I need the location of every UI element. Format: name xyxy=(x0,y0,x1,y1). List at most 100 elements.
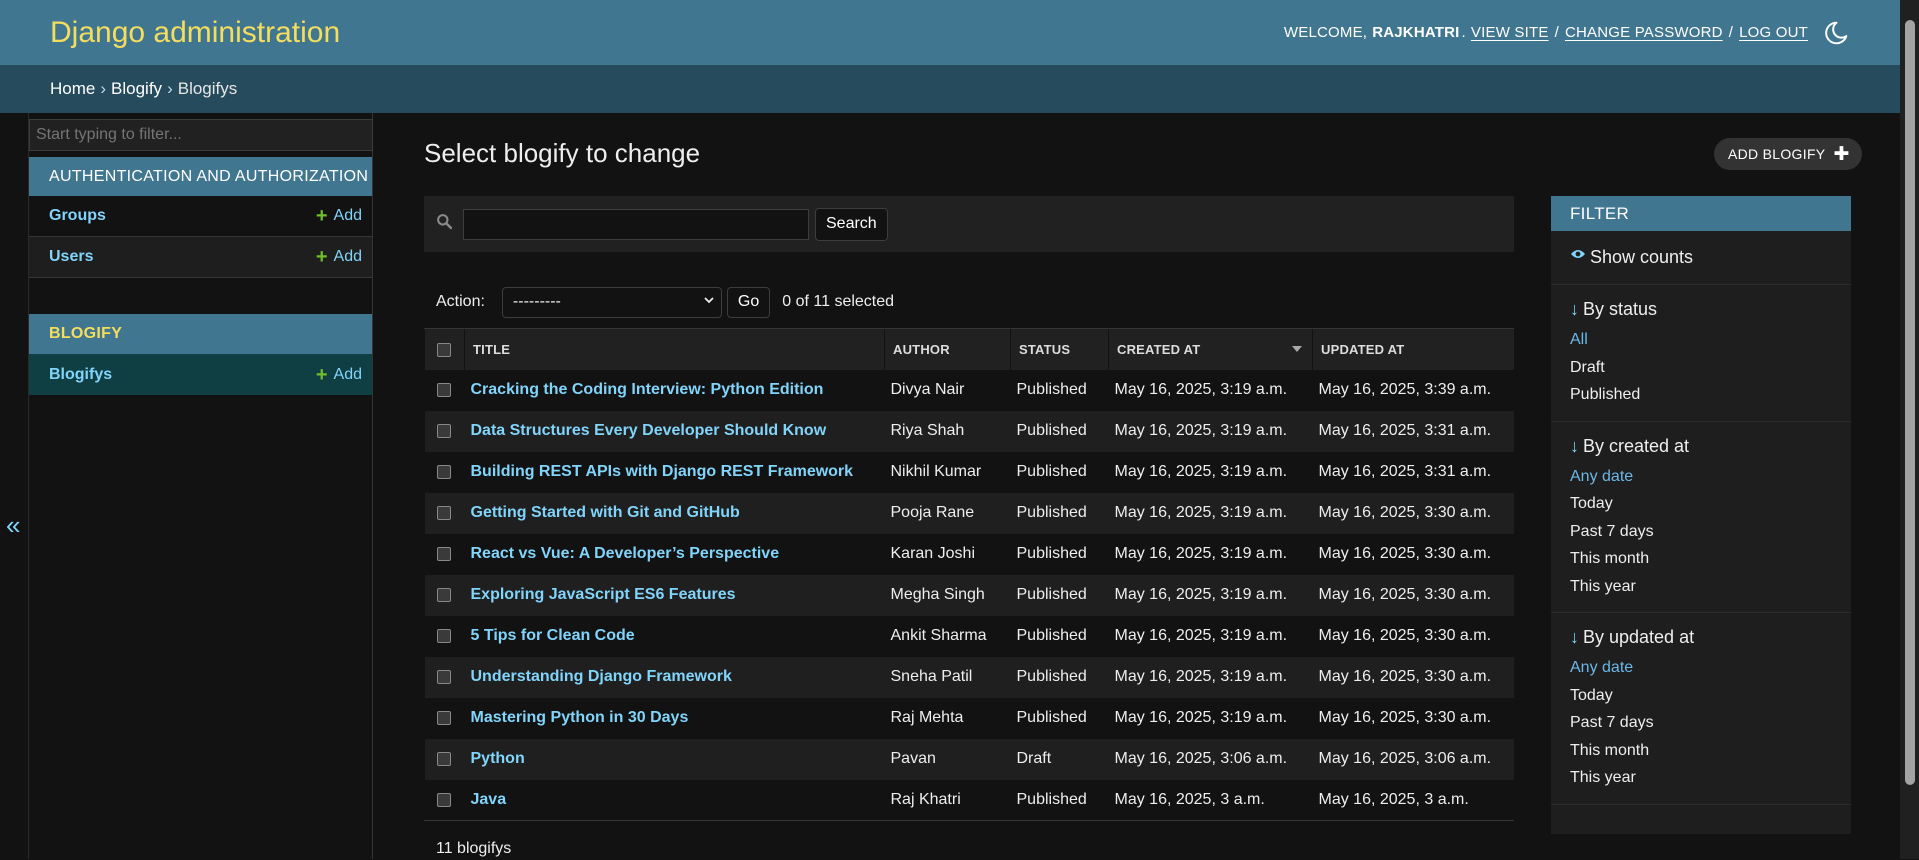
breadcrumb-blogify[interactable]: Blogify xyxy=(111,79,162,99)
row-select-cell xyxy=(425,780,465,821)
filter-option[interactable]: All xyxy=(1570,326,1832,354)
breadcrumb-home[interactable]: Home xyxy=(50,79,95,99)
sidebar-link-users[interactable]: Users xyxy=(49,248,93,266)
filter-option[interactable]: Today xyxy=(1570,490,1832,518)
column-header-author[interactable]: Author xyxy=(884,328,1011,370)
search-button[interactable]: Search xyxy=(815,207,888,241)
filter-option[interactable]: This month xyxy=(1570,737,1832,765)
status-cell: Published xyxy=(1016,791,1087,808)
column-header-title[interactable]: Title xyxy=(464,328,885,370)
created-at-cell: May 16, 2025, 3:19 a.m. xyxy=(1114,381,1288,398)
show-counts-label: Show counts xyxy=(1590,247,1694,267)
header: Django administration Welcome, rajkhatri… xyxy=(0,0,1900,65)
updated-at-cell: May 16, 2025, 3 a.m. xyxy=(1318,791,1469,808)
title-link[interactable]: Understanding Django Framework xyxy=(471,668,732,685)
title-link[interactable]: Python xyxy=(471,750,525,767)
log-out-link[interactable]: Log out xyxy=(1739,24,1808,41)
title-link[interactable]: Cracking the Coding Interview: Python Ed… xyxy=(471,381,824,398)
filter-option[interactable]: Any date xyxy=(1570,463,1832,491)
add-label: Add xyxy=(333,248,362,265)
filter-group-title[interactable]: ↓ By updated at xyxy=(1570,613,1832,654)
filter-option[interactable]: This year xyxy=(1570,573,1832,601)
changelist-filter: Filter Show counts ↓ By status All Draft Pub… xyxy=(1551,196,1851,834)
title-link[interactable]: Java xyxy=(471,791,507,808)
action-select[interactable]: --------- xyxy=(501,286,722,318)
row-select-cell xyxy=(424,492,465,534)
filter-group-title[interactable]: ↓ By created at xyxy=(1570,422,1832,463)
plus-icon: + xyxy=(315,363,328,386)
row-checkbox[interactable] xyxy=(436,628,451,643)
title-cell: Data Structures Every Developer Should K… xyxy=(464,410,885,452)
nav-filter-input[interactable] xyxy=(29,119,373,151)
row-checkbox[interactable] xyxy=(436,669,451,684)
row-checkbox[interactable] xyxy=(436,464,451,479)
filter-option[interactable]: Draft xyxy=(1570,354,1832,382)
go-button[interactable]: Go xyxy=(726,286,771,318)
scrollbar-thumb[interactable] xyxy=(1905,20,1915,785)
arrow-down-icon: ↓ xyxy=(1570,435,1579,456)
show-counts-link[interactable]: Show counts xyxy=(1551,231,1851,285)
title-link[interactable]: Exploring JavaScript ES6 Features xyxy=(471,586,736,603)
row-checkbox[interactable] xyxy=(436,751,451,766)
search-input[interactable] xyxy=(463,208,809,240)
row-checkbox[interactable] xyxy=(436,587,451,602)
updated-at-cell: May 16, 2025, 3:30 a.m. xyxy=(1312,656,1514,698)
created-at-cell: May 16, 2025, 3:19 a.m. xyxy=(1108,574,1313,616)
column-header-created-at[interactable]: Created at xyxy=(1108,328,1313,370)
filter-group-label: By status xyxy=(1583,299,1658,319)
scrollbar[interactable] xyxy=(1900,0,1919,859)
app-header-blogify[interactable]: Blogify xyxy=(29,314,372,354)
column-header-status[interactable]: Status xyxy=(1010,328,1109,370)
filter-option[interactable]: Past 7 days xyxy=(1570,518,1832,546)
select-all-header xyxy=(424,328,465,370)
toggle-sidebar-button[interactable]: « xyxy=(6,512,20,538)
view-site-link[interactable]: View site xyxy=(1471,24,1549,41)
row-select-cell xyxy=(424,410,465,452)
add-blogifys-link[interactable]: + Add xyxy=(316,365,362,385)
select-all-checkbox[interactable] xyxy=(437,343,451,358)
site-branding[interactable]: Django administration xyxy=(50,16,340,50)
sidebar-item-users: Users + Add xyxy=(29,237,372,278)
add-groups-link[interactable]: + Add xyxy=(316,206,362,226)
app-header-auth[interactable]: Authentication and Authorization xyxy=(29,157,372,196)
row-checkbox[interactable] xyxy=(436,546,451,561)
row-checkbox[interactable] xyxy=(436,710,451,725)
filter-option[interactable]: This month xyxy=(1570,545,1832,573)
row-checkbox[interactable] xyxy=(436,382,451,397)
title-link[interactable]: Mastering Python in 30 Days xyxy=(471,709,689,726)
filter-option[interactable]: This year xyxy=(1570,764,1832,792)
filter-option[interactable]: Any date xyxy=(1570,654,1832,682)
add-blogify-button[interactable]: Add blogify ✚ xyxy=(1714,138,1862,170)
created-at-cell: May 16, 2025, 3:19 a.m. xyxy=(1108,656,1313,698)
status-cell: Published xyxy=(1010,410,1109,452)
title-link[interactable]: 5 Tips for Clean Code xyxy=(471,627,635,644)
sort-desc-icon[interactable] xyxy=(1292,346,1302,352)
sidebar-link-blogifys[interactable]: Blogifys xyxy=(49,366,112,384)
filter-group-title[interactable]: ↓ By status xyxy=(1570,285,1832,326)
title-link[interactable]: Data Structures Every Developer Should K… xyxy=(471,422,827,439)
column-header-updated-at[interactable]: Updated at xyxy=(1312,328,1514,370)
add-users-link[interactable]: + Add xyxy=(316,247,362,267)
row-checkbox[interactable] xyxy=(436,792,451,807)
created-at-cell: May 16, 2025, 3:19 a.m. xyxy=(1114,709,1288,726)
title-link[interactable]: React vs Vue: A Developer’s Perspective xyxy=(471,545,780,562)
user-tools: Welcome, rajkhatri. View site / Change p… xyxy=(1284,19,1850,47)
author-cell: Ankit Sharma xyxy=(890,627,987,644)
change-password-link[interactable]: Change password xyxy=(1565,24,1723,41)
row-select-cell xyxy=(425,616,465,657)
sidebar-link-groups[interactable]: Groups xyxy=(49,207,106,225)
moon-icon[interactable] xyxy=(1822,19,1850,47)
author-cell: Raj Mehta xyxy=(890,709,964,726)
title-link[interactable]: Getting Started with Git and GitHub xyxy=(471,504,740,521)
filter-group: ↓ By status All Draft Published xyxy=(1551,285,1851,422)
title-link[interactable]: Building REST APIs with Django REST Fram… xyxy=(471,463,854,480)
row-checkbox[interactable] xyxy=(436,423,451,438)
chevron-down-icon xyxy=(703,293,715,311)
filter-option[interactable]: Past 7 days xyxy=(1570,709,1832,737)
breadcrumb-separator: › xyxy=(167,79,173,98)
row-select-cell xyxy=(425,698,465,739)
row-checkbox[interactable] xyxy=(436,505,451,520)
filter-option[interactable]: Published xyxy=(1570,381,1832,409)
filter-option[interactable]: Today xyxy=(1570,682,1832,710)
actions-bar: Action: --------- Go 0 of 11 selected xyxy=(424,284,1514,320)
